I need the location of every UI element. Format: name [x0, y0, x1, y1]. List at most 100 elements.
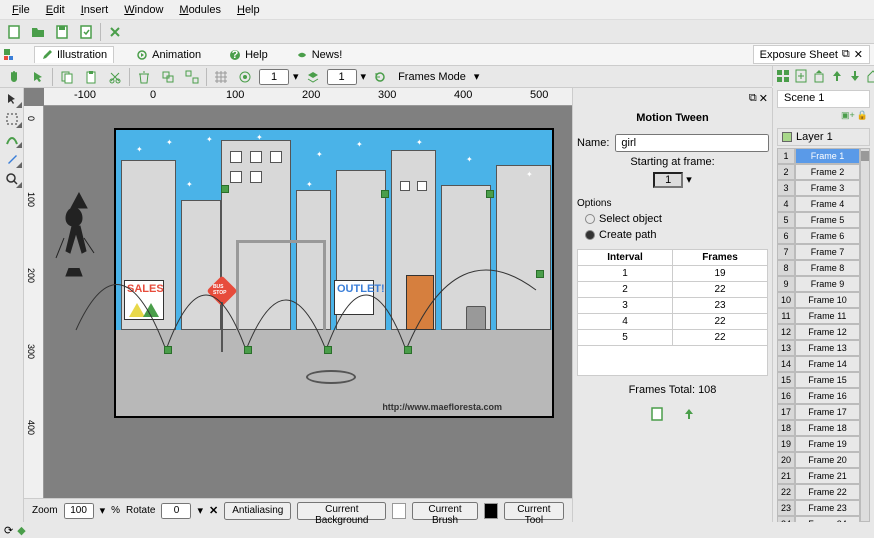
- path-node[interactable]: [164, 346, 172, 354]
- scene-tab[interactable]: Scene 1: [777, 90, 870, 108]
- frame-row[interactable]: 3Frame 3: [777, 180, 860, 196]
- apply-icon[interactable]: [647, 404, 667, 424]
- tab-news[interactable]: News!: [290, 47, 349, 63]
- table-row[interactable]: 222: [578, 282, 768, 298]
- pointer-tool[interactable]: [2, 90, 22, 108]
- frame-row[interactable]: 18Frame 18: [777, 420, 860, 436]
- cut-icon[interactable]: [105, 67, 125, 87]
- bg-swatch[interactable]: [392, 503, 405, 519]
- frame-row[interactable]: 5Frame 5: [777, 212, 860, 228]
- undock-icon[interactable]: ⧉: [749, 92, 757, 106]
- menu-insert[interactable]: Insert: [73, 2, 117, 18]
- insert-icon[interactable]: [793, 66, 809, 86]
- stepper-icon[interactable]: ▾: [197, 504, 203, 517]
- frame-row[interactable]: 20Frame 20: [777, 452, 860, 468]
- dropdown-icon[interactable]: ▾: [474, 70, 480, 83]
- close-icon[interactable]: [105, 22, 125, 42]
- frame-row[interactable]: 1Frame 1: [777, 148, 860, 164]
- arrow-up-icon[interactable]: [829, 66, 845, 86]
- grid-icon[interactable]: [211, 67, 231, 87]
- save-tween-icon[interactable]: [679, 404, 699, 424]
- stepper-icon[interactable]: ▾: [686, 174, 692, 186]
- draw-tool[interactable]: [2, 130, 22, 148]
- path-node[interactable]: [486, 190, 494, 198]
- frame-row[interactable]: 21Frame 21: [777, 468, 860, 484]
- start-frame-input[interactable]: [653, 172, 683, 188]
- scrollbar[interactable]: [860, 148, 870, 522]
- frame-row[interactable]: 9Frame 9: [777, 276, 860, 292]
- add-icon[interactable]: [775, 66, 791, 86]
- frame-row[interactable]: 4Frame 4: [777, 196, 860, 212]
- frame-list[interactable]: 1Frame 12Frame 23Frame 34Frame 45Frame 5…: [777, 148, 860, 522]
- frame-row[interactable]: 7Frame 7: [777, 244, 860, 260]
- group-icon[interactable]: [158, 67, 178, 87]
- table-row[interactable]: 422: [578, 314, 768, 330]
- motion-path[interactable]: [76, 210, 572, 410]
- frame-b-input[interactable]: [327, 69, 357, 85]
- menu-edit[interactable]: Edit: [38, 2, 73, 18]
- frame-a-input[interactable]: [259, 69, 289, 85]
- menu-file[interactable]: File: [4, 2, 38, 18]
- frames-mode-select[interactable]: Frames Mode: [394, 71, 470, 83]
- frame-row[interactable]: 12Frame 12: [777, 324, 860, 340]
- frame-row[interactable]: 19Frame 19: [777, 436, 860, 452]
- delete-icon[interactable]: [134, 67, 154, 87]
- frame-row[interactable]: 6Frame 6: [777, 228, 860, 244]
- layer-header[interactable]: Layer 1: [777, 128, 870, 146]
- frame-row[interactable]: 13Frame 13: [777, 340, 860, 356]
- paste-icon[interactable]: [81, 67, 101, 87]
- onion-layers-icon[interactable]: [303, 67, 323, 87]
- frame-row[interactable]: 15Frame 15: [777, 372, 860, 388]
- arrow-down-icon[interactable]: [847, 66, 863, 86]
- select-object-radio[interactable]: Select object: [577, 213, 768, 225]
- exposure-sheet-panel-label[interactable]: Exposure Sheet ⧉ ✕: [753, 45, 870, 64]
- cursor-icon[interactable]: [28, 67, 48, 87]
- ungroup-icon[interactable]: [182, 67, 202, 87]
- table-row[interactable]: 522: [578, 330, 768, 346]
- save-as-icon[interactable]: [76, 22, 96, 42]
- brush-button[interactable]: Current Brush: [412, 502, 479, 520]
- path-node[interactable]: [381, 190, 389, 198]
- frame-row[interactable]: 16Frame 16: [777, 388, 860, 404]
- menu-modules[interactable]: Modules: [171, 2, 229, 18]
- zoom-tool[interactable]: [2, 170, 22, 188]
- copy-icon[interactable]: [57, 67, 77, 87]
- canvas-area[interactable]: -1000100200300400500600 0100200300400 ⧉ …: [24, 88, 572, 498]
- frame-row[interactable]: 11Frame 11: [777, 308, 860, 324]
- selection-tool[interactable]: [2, 110, 22, 128]
- frame-row[interactable]: 8Frame 8: [777, 260, 860, 276]
- home-icon[interactable]: [865, 66, 874, 86]
- refresh-icon[interactable]: [370, 67, 390, 87]
- menu-window[interactable]: Window: [116, 2, 171, 18]
- create-path-radio[interactable]: Create path: [577, 229, 768, 241]
- tab-illustration[interactable]: Illustration: [34, 46, 114, 63]
- stepper-icon[interactable]: ▾: [293, 70, 299, 83]
- path-node[interactable]: [324, 346, 332, 354]
- open-file-icon[interactable]: [28, 22, 48, 42]
- undock-icon[interactable]: ⧉: [842, 48, 850, 61]
- frame-row[interactable]: 14Frame 14: [777, 356, 860, 372]
- close-icon[interactable]: ✕: [759, 92, 768, 106]
- background-button[interactable]: Current Background: [297, 502, 386, 520]
- save-icon[interactable]: [52, 22, 72, 42]
- brush-swatch[interactable]: [484, 503, 497, 519]
- stepper-icon[interactable]: ▾: [361, 70, 367, 83]
- tab-help[interactable]: ? Help: [223, 47, 274, 63]
- path-node[interactable]: [536, 270, 544, 278]
- frame-row[interactable]: 23Frame 23: [777, 500, 860, 516]
- path-node[interactable]: [244, 346, 252, 354]
- frame-row[interactable]: 22Frame 22: [777, 484, 860, 500]
- tween-name-input[interactable]: [615, 134, 769, 152]
- move-up-icon[interactable]: [811, 66, 827, 86]
- frame-row[interactable]: 2Frame 2: [777, 164, 860, 180]
- frame-row[interactable]: 24Frame 24: [777, 516, 860, 522]
- tab-animation[interactable]: Animation: [130, 47, 207, 63]
- layer-plus-icon[interactable]: ▣+: [841, 110, 855, 126]
- tool-button[interactable]: Current Tool: [504, 502, 564, 520]
- table-row[interactable]: 119: [578, 266, 768, 282]
- close-icon[interactable]: ✕: [209, 504, 218, 517]
- table-row[interactable]: 323: [578, 298, 768, 314]
- menu-help[interactable]: Help: [229, 2, 268, 18]
- zoom-input[interactable]: [64, 503, 94, 519]
- hand-icon[interactable]: [4, 67, 24, 87]
